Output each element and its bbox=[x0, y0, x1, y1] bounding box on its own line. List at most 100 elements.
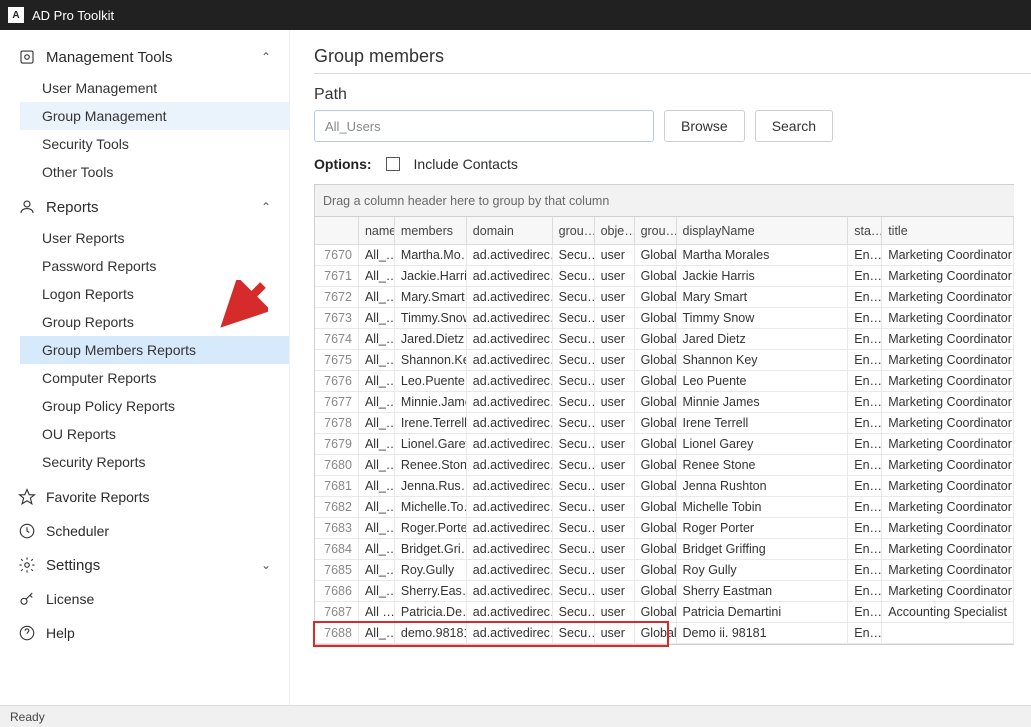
cell: 7671 bbox=[315, 266, 359, 286]
cell: Marketing Coordinator bbox=[882, 266, 1014, 286]
nav-favorite-reports[interactable]: Favorite Reports bbox=[0, 480, 289, 514]
path-input[interactable] bbox=[314, 110, 654, 142]
sidebar-item-group-reports[interactable]: Group Reports bbox=[20, 308, 289, 336]
status-text: Ready bbox=[10, 710, 45, 724]
cell: Global bbox=[635, 434, 677, 454]
table-row[interactable]: 7677All_…Minnie.Jamesad.activedirec…Secu… bbox=[315, 392, 1014, 413]
cell: En… bbox=[848, 434, 882, 454]
table-row[interactable]: 7676All_…Leo.Puentead.activedirec…Secu…u… bbox=[315, 371, 1014, 392]
cell bbox=[882, 623, 1014, 643]
table-row[interactable]: 7671All_…Jackie.Harrisad.activedirec…Sec… bbox=[315, 266, 1014, 287]
nav-settings-label: Settings bbox=[46, 557, 100, 574]
cell: Jackie Harris bbox=[677, 266, 849, 286]
cell: Marketing Coordinator bbox=[882, 287, 1014, 307]
cell: ad.activedirec… bbox=[467, 518, 553, 538]
grid-group-hint[interactable]: Drag a column header here to group by th… bbox=[315, 185, 1014, 217]
table-row[interactable]: 7687All …Patricia.De…ad.activedirec…Secu… bbox=[315, 602, 1014, 623]
nav-reports[interactable]: Reports ⌃ bbox=[0, 190, 289, 224]
column-header[interactable]: grou… bbox=[635, 217, 677, 244]
table-row[interactable]: 7683All_…Roger.Porterad.activedirec…Secu… bbox=[315, 518, 1014, 539]
cell: Secu… bbox=[553, 539, 595, 559]
cell: Shannon.Key bbox=[395, 350, 467, 370]
cell: ad.activedirec… bbox=[467, 329, 553, 349]
sidebar-item-user-management[interactable]: User Management bbox=[20, 74, 289, 102]
cell: ad.activedirec… bbox=[467, 371, 553, 391]
cell: All_… bbox=[359, 623, 395, 643]
table-row[interactable]: 7685All_…Roy.Gullyad.activedirec…Secu…us… bbox=[315, 560, 1014, 581]
column-header[interactable]: name bbox=[359, 217, 395, 244]
sidebar-item-group-policy-reports[interactable]: Group Policy Reports bbox=[20, 392, 289, 420]
column-header[interactable]: title bbox=[882, 217, 1014, 244]
column-header[interactable]: displayName bbox=[677, 217, 849, 244]
cell: Mary Smart bbox=[677, 287, 849, 307]
column-header[interactable]: grou… bbox=[553, 217, 595, 244]
sidebar-item-security-tools[interactable]: Security Tools bbox=[20, 130, 289, 158]
cell: Minnie James bbox=[677, 392, 849, 412]
sidebar-item-computer-reports[interactable]: Computer Reports bbox=[20, 364, 289, 392]
sidebar-item-other-tools[interactable]: Other Tools bbox=[20, 158, 289, 186]
cell: Secu… bbox=[553, 266, 595, 286]
cell: Demo ii. 98181 bbox=[677, 623, 849, 643]
sidebar-item-ou-reports[interactable]: OU Reports bbox=[20, 420, 289, 448]
cell: Secu… bbox=[553, 329, 595, 349]
cell: All_… bbox=[359, 245, 395, 265]
table-row[interactable]: 7679All_…Lionel.Gareyad.activedirec…Secu… bbox=[315, 434, 1014, 455]
cell: Global bbox=[635, 560, 677, 580]
table-row[interactable]: 7686All_…Sherry.Eas…ad.activedirec…Secu…… bbox=[315, 581, 1014, 602]
cell: user bbox=[595, 287, 635, 307]
include-contacts-checkbox[interactable] bbox=[386, 157, 400, 171]
table-row[interactable]: 7674All_…Jared.Dietzad.activedirec…Secu…… bbox=[315, 329, 1014, 350]
cell: 7684 bbox=[315, 539, 359, 559]
cell: Shannon Key bbox=[677, 350, 849, 370]
nav-license[interactable]: License bbox=[0, 582, 289, 616]
nav-help[interactable]: Help bbox=[0, 616, 289, 650]
table-row[interactable]: 7672All_…Mary.Smartad.activedirec…Secu…u… bbox=[315, 287, 1014, 308]
star-icon bbox=[18, 488, 36, 506]
nav-settings[interactable]: Settings ⌄ bbox=[0, 548, 289, 582]
table-row[interactable]: 7675All_…Shannon.Keyad.activedirec…Secu…… bbox=[315, 350, 1014, 371]
search-button[interactable]: Search bbox=[755, 110, 833, 142]
browse-button[interactable]: Browse bbox=[664, 110, 745, 142]
sidebar-item-logon-reports[interactable]: Logon Reports bbox=[20, 280, 289, 308]
column-header[interactable]: obje… bbox=[595, 217, 635, 244]
cell: 7681 bbox=[315, 476, 359, 496]
cell: Renee.Stone bbox=[395, 455, 467, 475]
cell: En… bbox=[848, 539, 882, 559]
chevron-down-icon: ⌄ bbox=[261, 558, 271, 572]
cell: Irene Terrell bbox=[677, 413, 849, 433]
table-row[interactable]: 7682All_…Michelle.To…ad.activedirec…Secu… bbox=[315, 497, 1014, 518]
sidebar-item-group-management[interactable]: Group Management bbox=[20, 102, 289, 130]
data-grid[interactable]: Drag a column header here to group by th… bbox=[314, 184, 1014, 645]
sidebar-item-group-members-reports[interactable]: Group Members Reports bbox=[20, 336, 289, 364]
cell: ad.activedirec… bbox=[467, 497, 553, 517]
cell: 7675 bbox=[315, 350, 359, 370]
sidebar-item-password-reports[interactable]: Password Reports bbox=[20, 252, 289, 280]
cell: All_… bbox=[359, 266, 395, 286]
cell: En… bbox=[848, 623, 882, 643]
cell: 7687 bbox=[315, 602, 359, 622]
table-row[interactable]: 7688All_…demo.98181ad.activedirec…Secu…u… bbox=[315, 623, 1014, 644]
nav-management-tools[interactable]: Management Tools ⌃ bbox=[0, 40, 289, 74]
table-row[interactable]: 7678All_…Irene.Terrellad.activedirec…Sec… bbox=[315, 413, 1014, 434]
column-header[interactable] bbox=[315, 217, 359, 244]
table-row[interactable]: 7670All_…Martha.Mo…ad.activedirec…Secu…u… bbox=[315, 245, 1014, 266]
column-header[interactable]: domain bbox=[467, 217, 553, 244]
sidebar-item-security-reports[interactable]: Security Reports bbox=[20, 448, 289, 476]
nav-scheduler[interactable]: Scheduler bbox=[0, 514, 289, 548]
sidebar-item-user-reports[interactable]: User Reports bbox=[20, 224, 289, 252]
cell: ad.activedirec… bbox=[467, 308, 553, 328]
table-row[interactable]: 7680All_…Renee.Stonead.activedirec…Secu…… bbox=[315, 455, 1014, 476]
cell: Secu… bbox=[553, 413, 595, 433]
cell: Global bbox=[635, 350, 677, 370]
table-row[interactable]: 7684All_…Bridget.Gri…ad.activedirec…Secu… bbox=[315, 539, 1014, 560]
cell: ad.activedirec… bbox=[467, 413, 553, 433]
cell: En… bbox=[848, 602, 882, 622]
table-row[interactable]: 7681All_…Jenna.Rus…ad.activedirec…Secu…u… bbox=[315, 476, 1014, 497]
table-row[interactable]: 7673All_…Timmy.Snowad.activedirec…Secu…u… bbox=[315, 308, 1014, 329]
cell: Secu… bbox=[553, 476, 595, 496]
cell: Jenna Rushton bbox=[677, 476, 849, 496]
column-header[interactable]: members bbox=[395, 217, 467, 244]
cell: En… bbox=[848, 350, 882, 370]
cell: All_… bbox=[359, 329, 395, 349]
column-header[interactable]: sta… bbox=[848, 217, 882, 244]
